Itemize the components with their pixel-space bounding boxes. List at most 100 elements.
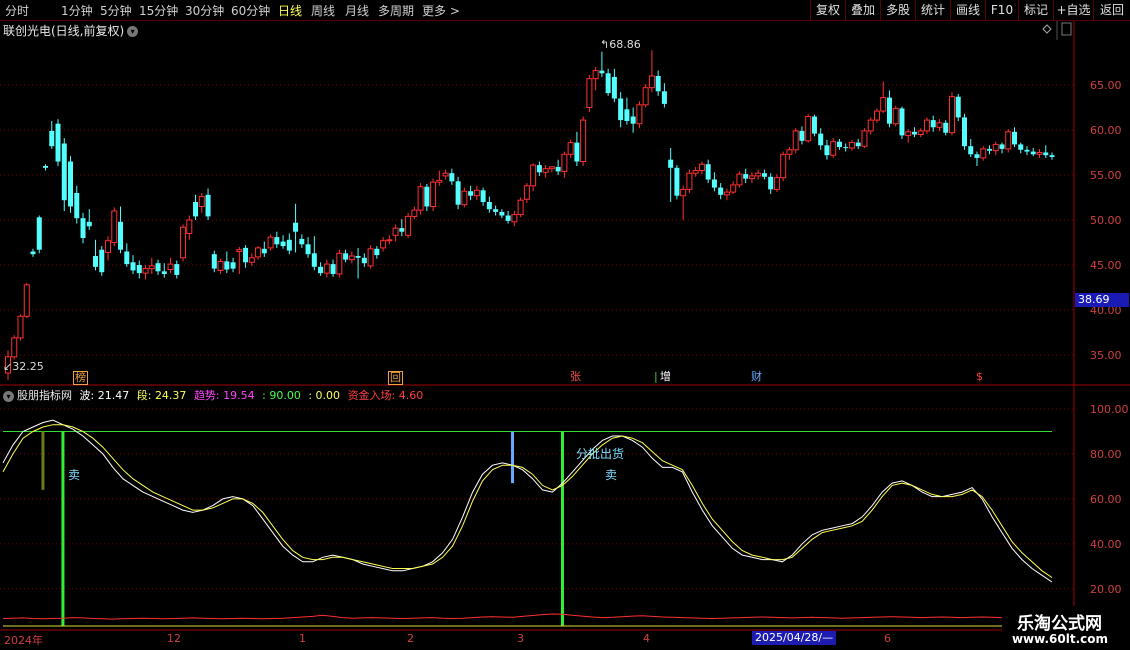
candle-body [430,181,437,207]
candle-body [68,161,74,207]
candle-body [436,179,443,183]
candle-body [399,228,405,232]
y-tick-label: 20.00 [1090,583,1122,596]
low-price-value: 32.25 [12,360,44,373]
segment-line [2,424,1053,578]
stock-title-text: 联创光电(日线,前复权) [3,24,125,38]
candle-body [405,215,412,236]
y-tick-label: 80.00 [1090,448,1122,461]
candle-body [473,189,480,197]
candle-body [599,70,605,74]
y-tick-label: 100.00 [1090,403,1129,416]
event-tag-bang[interactable]: 榜 [73,371,88,385]
candle-body [861,130,868,147]
event-tag-zeng[interactable]: 增 [659,371,672,383]
candle-body [824,145,830,156]
candle-body [411,209,418,217]
watermark-line2: www.60lt.com [1011,632,1108,646]
event-tag-hui[interactable]: 回 [388,371,403,385]
event-tag-cai[interactable]: 财 [750,371,763,383]
candle-body [917,130,924,135]
candle-body [130,262,136,271]
candle-body [318,266,324,274]
candle-body [361,257,367,264]
y-tick-label: 60.00 [1090,493,1122,506]
candle-body [23,284,30,317]
candle-body [786,149,793,155]
candle-body [548,166,555,170]
candle-body [905,131,912,136]
candle-body [323,263,330,274]
candle-body [605,73,611,94]
candle-body [224,261,230,270]
candle-body [580,119,587,162]
seg-label: 段: [136,389,152,402]
candle-body [261,248,267,254]
candle-body [442,172,449,177]
wave-line [2,419,1053,583]
arrow-icon: ↙ [3,360,13,373]
date-label-12: 12 [167,632,181,645]
candle-body [493,209,499,212]
diamond-icon[interactable] [1042,24,1052,34]
scroll-icon[interactable] [1061,22,1072,36]
trend-value: 19.54 [223,389,255,402]
candle-body [99,249,105,273]
candle-body [230,262,236,269]
candle-body [136,265,142,274]
candle-body [692,170,699,174]
fund-value: 4.60 [398,389,424,402]
candle-body [723,191,730,196]
candle-body [198,196,205,208]
candle-body [461,190,468,206]
candle-body [43,166,49,168]
candle-body [873,110,880,121]
candle-body [523,185,530,200]
candle-body [105,240,112,253]
candle-body [374,248,380,256]
candle-body [161,271,167,274]
event-tag-zhang[interactable]: 张 [569,371,582,383]
arrow-icon: ↰ [600,38,610,51]
indicator-grid [0,408,1074,590]
candle-body [211,254,217,269]
candle-body [36,217,42,250]
split-sell-annotation: 分批出货 [576,447,625,461]
candle-body [243,247,249,263]
candle-body [286,239,292,251]
candle-body [255,247,262,258]
sell-annotation-1: 卖 [68,468,81,482]
candle-body [586,78,593,108]
event-tag-dollar[interactable]: $ [975,371,984,383]
candle-body [992,143,999,152]
candle-body [799,130,805,141]
candle-body [468,191,474,196]
fund-inflow-line [2,611,1053,620]
fund-label: 资金入场: [347,389,396,402]
cursor-date-box: 2025/04/28/— [752,631,837,645]
chevron-down-icon[interactable]: ▾ [3,390,14,402]
candle-body [668,159,674,168]
candle-body [843,147,849,149]
chevron-down-icon[interactable]: ▾ [127,26,139,37]
candle-body [968,146,974,155]
candle-body [705,164,711,180]
candle-body [511,214,518,223]
candle-body [248,257,255,263]
candle-body [486,202,492,210]
trend-label: 趋势: [193,389,220,402]
candle-body [343,253,349,260]
candle-body [305,244,311,255]
candle-body [980,148,987,159]
kline-chart[interactable]: 35.00 40.00 45.00 50.00 55.00 60.00 65.00 20.00… [0,0,1130,650]
candle-body [330,264,336,274]
candle-body [743,174,749,179]
date-label-6: 6 [884,632,891,645]
candle-body [217,260,224,271]
candle-body [11,337,18,358]
candle-body [499,211,505,216]
candle-body [1011,131,1017,145]
indicator-lines [2,419,1053,627]
high-price-value: 68.86 [609,38,641,51]
date-label-4: 4 [643,632,650,645]
